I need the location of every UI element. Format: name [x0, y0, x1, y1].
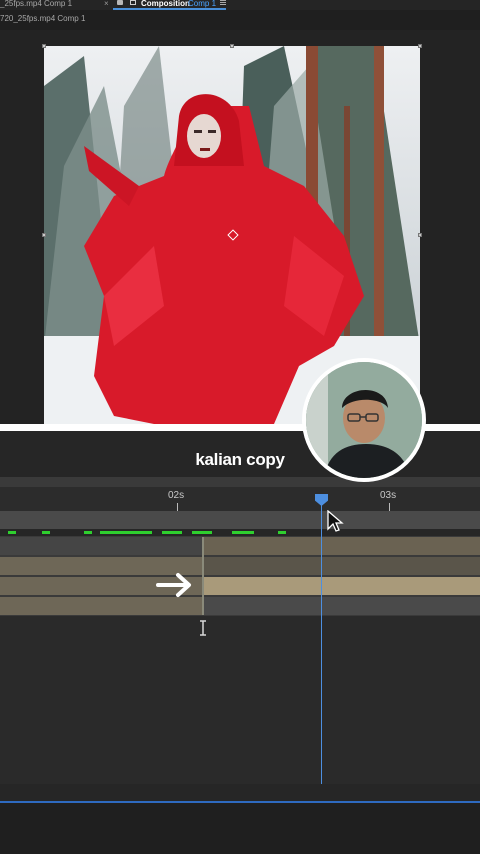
cache-indicator — [192, 531, 212, 534]
layer-bar-segment[interactable] — [203, 557, 480, 575]
layer-in-point-edge[interactable] — [202, 537, 204, 615]
cache-indicator — [100, 531, 152, 534]
time-ruler-tick — [177, 503, 178, 511]
close-tab-icon[interactable]: × — [104, 0, 109, 8]
webcam-overlay — [302, 358, 426, 482]
text-cursor-icon — [200, 620, 206, 636]
transform-handle-top[interactable] — [230, 44, 234, 48]
work-area-bar[interactable] — [0, 511, 480, 529]
time-ruler[interactable] — [0, 487, 480, 511]
cache-indicator — [84, 531, 92, 534]
time-ruler-label: 02s — [168, 490, 185, 501]
mouse-pointer-icon — [327, 510, 344, 532]
time-ruler-tick — [389, 503, 390, 511]
layer-bar-segment[interactable] — [203, 537, 480, 555]
breadcrumb[interactable]: 720_25fps.mp4 Comp 1 — [0, 14, 85, 23]
cache-indicator — [162, 531, 182, 534]
layer-bar-selected[interactable] — [203, 577, 480, 595]
bottom-strip — [0, 803, 480, 854]
tab-footage[interactable]: _25fps.mp4 Comp 1 — [0, 0, 72, 8]
transform-handle-top-left[interactable] — [42, 44, 46, 48]
arrow-right-icon — [156, 573, 191, 597]
cache-indicator — [8, 531, 16, 534]
current-time-indicator-line[interactable] — [321, 496, 322, 784]
cache-indicator — [278, 531, 286, 534]
presenter-avatar — [306, 362, 422, 478]
lock-icon[interactable] — [117, 0, 123, 5]
time-navigator[interactable] — [0, 477, 480, 487]
panel-menu-icon[interactable] — [220, 0, 226, 5]
transform-handle-left[interactable] — [42, 233, 46, 237]
tab-composition-name: Comp 1 — [188, 0, 217, 8]
cache-indicator — [232, 531, 254, 534]
camera-icon — [130, 0, 136, 5]
timeline-empty-area[interactable] — [0, 616, 480, 784]
transform-handle-right[interactable] — [418, 233, 422, 237]
transform-handle-top-right[interactable] — [418, 44, 422, 48]
tab-composition-label: Composition — [141, 0, 190, 8]
time-ruler-label: 03s — [380, 490, 397, 501]
layer-bar-segment[interactable] — [203, 597, 480, 615]
cache-indicator — [42, 531, 50, 534]
